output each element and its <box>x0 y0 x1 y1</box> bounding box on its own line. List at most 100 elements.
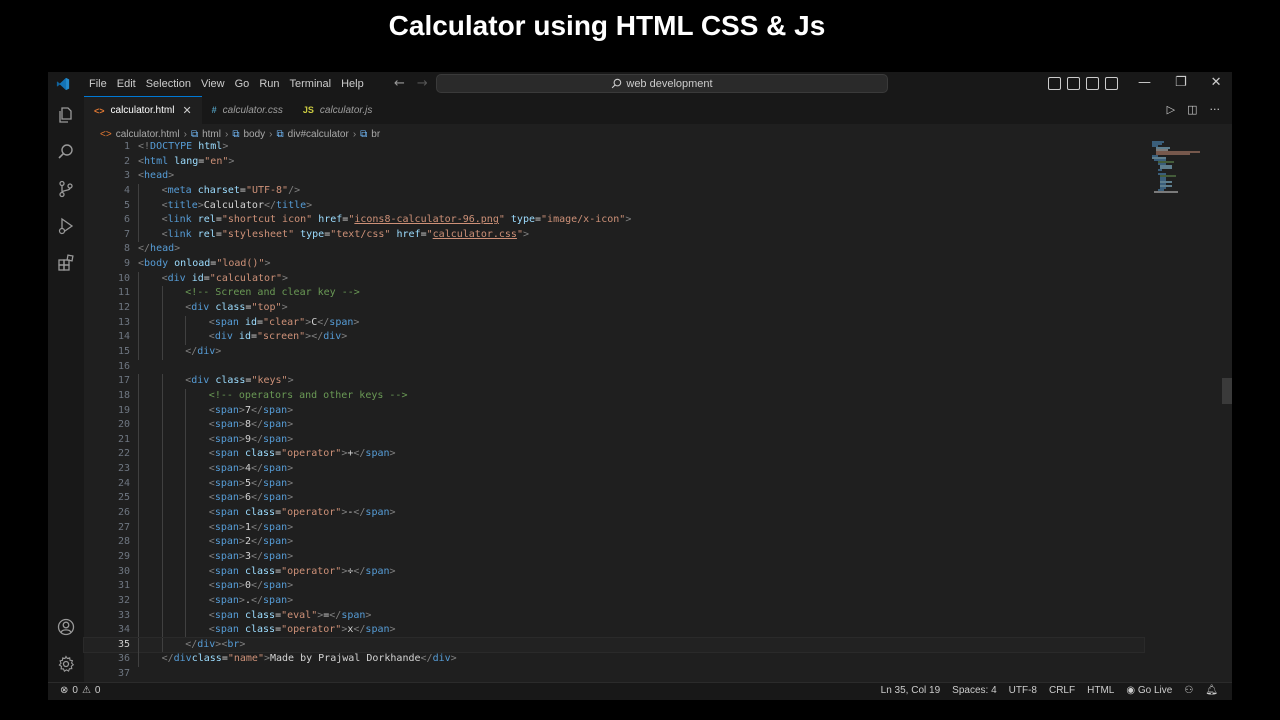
breadcrumb-item[interactable]: calculator.html <box>116 129 180 140</box>
encoding[interactable]: UTF-8 <box>1009 685 1037 696</box>
code-line[interactable]: 28 <span>2</span> <box>84 535 1144 550</box>
code-line[interactable]: 31 <span>0</span> <box>84 579 1144 594</box>
forward-arrow-icon[interactable]: → <box>417 76 428 91</box>
customize-layout-icon[interactable] <box>1105 77 1118 90</box>
code-token: </ <box>250 492 264 504</box>
notifications-bell-icon[interactable]: 🔔︎ <box>1205 685 1218 696</box>
language-mode[interactable]: HTML <box>1087 685 1114 696</box>
run-file-icon[interactable]: ▷ <box>1167 103 1175 116</box>
tab-calculator-js[interactable]: JS calculator.js <box>293 96 382 124</box>
code-line[interactable]: 5 <title>Calculator</title> <box>84 198 1144 214</box>
indent-guide <box>161 476 163 492</box>
menu-item-selection[interactable]: Selection <box>141 78 196 90</box>
code-line[interactable]: 12 <div class="top"> <box>84 301 1144 316</box>
code-token: > <box>287 580 294 592</box>
settings-gear-icon[interactable] <box>57 655 75 673</box>
code-line[interactable]: 10 <div id="calculator"> <box>84 271 1144 287</box>
code-line[interactable]: 37 <box>84 667 1144 682</box>
code-line[interactable]: 17 <div class="keys"> <box>84 374 1144 389</box>
code-line[interactable]: 1 <!DOCTYPE html> <box>84 140 1144 155</box>
code-line[interactable]: 24 <span>5</span> <box>84 476 1144 492</box>
code-line[interactable]: 26 <span class="operator">-</span> <box>84 506 1144 521</box>
code-token: > <box>287 419 294 431</box>
menu-item-file[interactable]: File <box>84 78 112 90</box>
toggle-secondary-sidebar-icon[interactable] <box>1086 77 1099 90</box>
menu-item-terminal[interactable]: Terminal <box>285 78 337 90</box>
code-line[interactable]: 33 <span class="eval">=</span> <box>84 608 1144 624</box>
search-sidebar-icon[interactable] <box>57 143 75 161</box>
toggle-panel-icon[interactable] <box>1067 77 1080 90</box>
editor-tabs: <> calculator.html ✕ # calculator.css JS calcu… <box>84 96 1232 124</box>
code-line[interactable]: 21 <span>9</span> <box>84 432 1144 448</box>
code-token: div <box>214 331 233 343</box>
code-line[interactable]: 30 <span class="operator">÷</span> <box>84 564 1144 580</box>
cursor-position[interactable]: Ln 35, Col 19 <box>881 685 941 696</box>
source-control-icon[interactable] <box>57 180 75 198</box>
code-line[interactable]: 11 <!-- Screen and clear key --> <box>84 286 1144 302</box>
code-token: "operator" <box>281 507 342 519</box>
breadcrumb-item[interactable]: div#calculator <box>288 129 349 140</box>
code-token: > <box>222 141 229 152</box>
code-line[interactable]: 15 </div> <box>84 344 1144 360</box>
code-token: </ <box>420 653 433 665</box>
toggle-primary-sidebar-icon[interactable] <box>1048 77 1061 90</box>
go-live-button[interactable]: ◉ Go Live <box>1126 685 1172 696</box>
tab-calculator-html[interactable]: <> calculator.html ✕ <box>84 96 202 124</box>
breadcrumb-item[interactable]: html <box>202 129 221 140</box>
code-line[interactable]: 16 <box>84 360 1144 375</box>
code-line[interactable]: 3 <head> <box>84 169 1144 184</box>
code-line[interactable]: 35 </div><br> <box>83 636 1145 654</box>
end-of-line[interactable]: CRLF <box>1049 685 1075 696</box>
run-debug-icon[interactable] <box>57 217 75 235</box>
code-line[interactable]: 20 <span>8</span> <box>84 418 1144 433</box>
menu-item-run[interactable]: Run <box>254 78 284 90</box>
menu-item-edit[interactable]: Edit <box>112 78 141 90</box>
code-line[interactable]: 13 <span id="clear">C</span> <box>84 315 1144 331</box>
back-arrow-icon[interactable]: ← <box>394 76 405 91</box>
code-text: <span id="clear">C</span> <box>209 316 360 331</box>
code-line[interactable]: 36 </divclass="name">Made by Prajwal Dork… <box>84 652 1144 668</box>
minimap[interactable] <box>1148 140 1208 200</box>
code-line[interactable]: 2 <html lang="en"> <box>84 155 1144 170</box>
explorer-icon[interactable] <box>57 106 75 124</box>
code-line[interactable]: 6 <link rel="shortcut icon" href="icons8-… <box>84 213 1144 228</box>
code-line[interactable]: 18 <!-- operators and other keys --> <box>84 388 1144 404</box>
code-line[interactable]: 27 <span>1</span> <box>84 520 1144 536</box>
menu-item-view[interactable]: View <box>196 78 230 90</box>
scrollbar-thumb[interactable] <box>1222 378 1232 404</box>
code-line[interactable]: 22 <span class="operator">+</span> <box>84 447 1144 463</box>
menu-item-go[interactable]: Go <box>230 78 255 90</box>
code-line[interactable]: 7 <link rel="stylesheet" type="text/css" … <box>84 227 1144 243</box>
code-line[interactable]: 4 <meta charset="UTF-8"/> <box>84 183 1144 199</box>
code-line[interactable]: 23 <span>4</span> <box>84 462 1144 477</box>
accounts-icon[interactable]: ⚇ <box>1184 685 1193 696</box>
code-line[interactable]: 32 <span>.</span> <box>84 593 1144 609</box>
breadcrumb-item[interactable]: br <box>371 129 380 140</box>
code-editor[interactable]: 1 <!DOCTYPE html> 2 <html lang="en"> 3 <head>… <box>83 140 1145 682</box>
menu-item-help[interactable]: Help <box>336 78 369 90</box>
split-editor-icon[interactable]: ◫ <box>1187 103 1197 116</box>
code-line[interactable]: 25 <span>6</span> <box>84 491 1144 507</box>
restore-icon[interactable]: ❐ <box>1175 75 1187 90</box>
command-center-search[interactable]: web development <box>436 74 888 93</box>
vertical-scrollbar[interactable] <box>1222 140 1232 680</box>
code-line[interactable]: 19 <span>7</span> <box>84 403 1144 419</box>
code-token: > <box>522 228 530 240</box>
more-actions-icon[interactable]: ··· <box>1210 103 1221 116</box>
extensions-icon[interactable] <box>57 254 75 272</box>
tab-calculator-css[interactable]: # calculator.css <box>202 96 293 124</box>
indentation[interactable]: Spaces: 4 <box>952 685 996 696</box>
minimize-icon[interactable]: — <box>1138 75 1151 90</box>
code-token: div <box>432 653 451 665</box>
problems-indicator[interactable]: ⊗ 0 ⚠ 0 <box>60 685 100 696</box>
code-line[interactable]: 29 <span>3</span> <box>84 549 1144 565</box>
close-window-icon[interactable]: ✕ <box>1211 75 1222 90</box>
code-line[interactable]: 8 </head> <box>84 242 1144 257</box>
indent-guide <box>161 549 163 565</box>
close-tab-icon[interactable]: ✕ <box>182 104 191 117</box>
account-icon[interactable] <box>57 618 75 636</box>
code-line[interactable]: 9 <body onload="load()"> <box>84 257 1144 272</box>
code-line[interactable]: 34 <span class="operator">x</span> <box>84 623 1144 638</box>
breadcrumb-item[interactable]: body <box>243 129 265 140</box>
code-line[interactable]: 14 <div id="screen"></div> <box>84 330 1144 345</box>
